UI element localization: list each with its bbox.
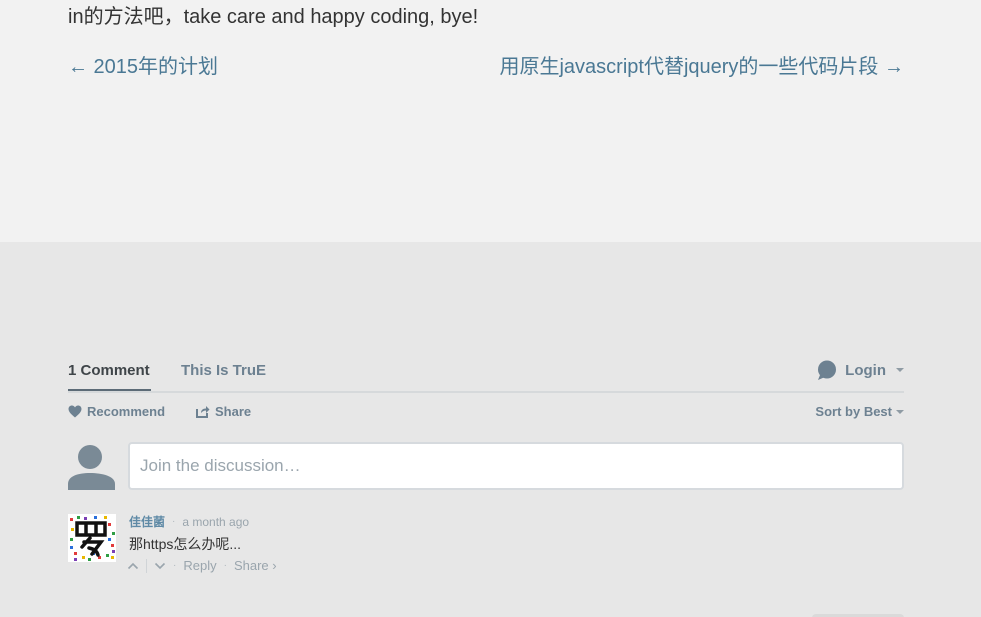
upvote-button[interactable] [127,562,139,570]
recommend-button[interactable]: Recommend [68,404,165,419]
chat-bubble-icon [818,360,837,380]
recommend-label: Recommend [87,404,166,419]
article-text: in的方法吧，take care and happy coding, bye! [68,6,479,28]
login-button[interactable]: Login [817,360,904,380]
tabs-divider [68,391,904,393]
share-comment-button[interactable]: Share › [234,558,277,573]
user-avatar-image [68,514,116,562]
comment-body: 那https怎么办呢... [129,536,242,552]
discussion-input[interactable] [128,442,904,490]
default-avatar-icon [68,445,115,490]
avatar[interactable] [68,514,116,562]
sort-label: Sort by Best [815,404,892,419]
share-label: Share [215,404,252,419]
vote-divider [146,558,147,573]
sort-dropdown[interactable]: Sort by Best [815,404,904,419]
caret-down-icon [896,368,904,372]
comment-author[interactable]: 佳佳菌 [129,514,165,530]
comment-timestamp[interactable]: a month ago [182,514,249,530]
share-thread-button[interactable]: Share [196,404,251,419]
meta-separator: · [172,516,176,527]
previous-post-link[interactable]: ← 2015年的计划 [68,54,218,80]
tab-comments-count[interactable]: 1 Comment [68,362,150,379]
comment-meta: 佳佳菌 · a month ago [129,514,249,530]
comment-actions: · Reply · Share › [127,558,277,573]
login-label: Login [845,361,886,379]
share-icon [196,406,210,418]
comments-section: 1 Comment This Is TruE Login Recommend S… [0,242,981,617]
caret-down-icon [896,409,904,414]
heart-icon [68,405,82,418]
action-separator: · [173,560,177,571]
action-separator: · [223,560,227,571]
reply-button[interactable]: Reply [183,558,216,573]
next-post-link[interactable]: 用原生javascript代替jquery的一些代码片段 → [499,54,904,80]
upvote-icon [127,562,139,569]
downvote-button[interactable] [154,562,166,570]
article-section: in的方法吧，take care and happy coding, bye! … [0,0,981,242]
tab-community[interactable]: This Is TruE [181,362,266,379]
downvote-icon [154,562,166,569]
